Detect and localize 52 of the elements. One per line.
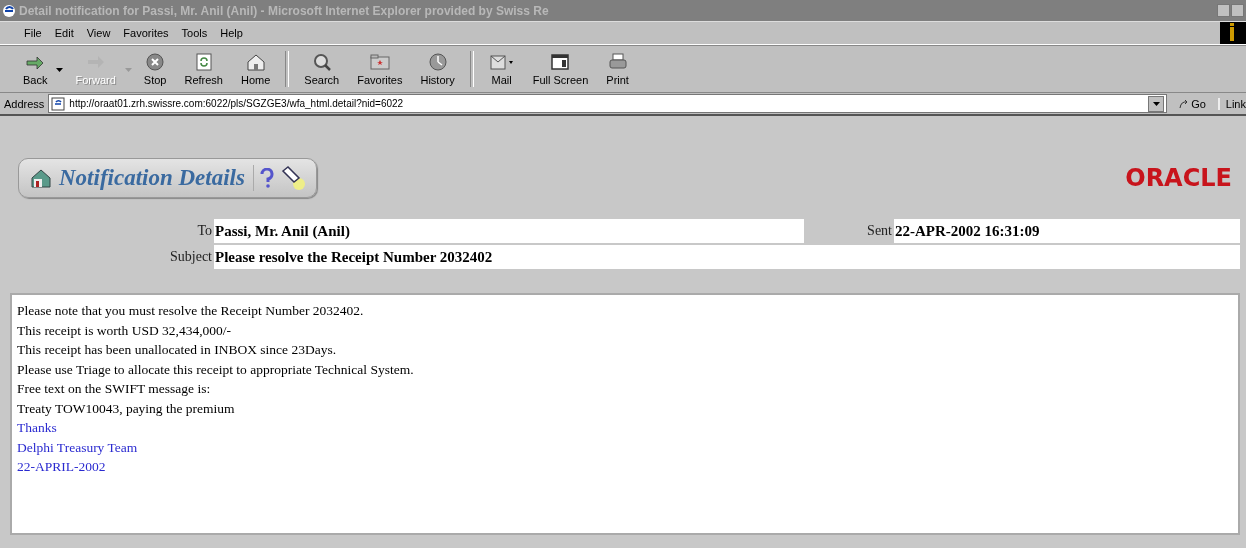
links-label[interactable]: Link: [1217, 97, 1246, 110]
history-button[interactable]: History: [411, 47, 464, 91]
minimize-button[interactable]: [1217, 4, 1230, 17]
back-button[interactable]: Back: [14, 47, 57, 91]
message-line: This receipt has been unallocated in INBOX since 23Days.: [17, 341, 338, 359]
message-line: Free text on the SWIFT message is:: [17, 380, 212, 398]
field-label: To: [196, 223, 213, 239]
menu-item[interactable]: Help: [220, 27, 243, 39]
print-button[interactable]: Print: [597, 47, 638, 91]
flashlight-icon[interactable]: [279, 165, 306, 191]
menu-item[interactable]: Favorites: [123, 27, 169, 39]
printer-icon[interactable]: [606, 52, 629, 72]
home-icon[interactable]: [244, 52, 267, 72]
signature-line: Thanks: [17, 419, 58, 437]
address-label: Address: [4, 97, 45, 110]
menu-item[interactable]: File: [24, 27, 42, 39]
page-title: Notification Details: [59, 165, 254, 191]
search-button[interactable]: Search: [295, 47, 349, 91]
go-arrow-icon[interactable]: [1179, 98, 1190, 109]
message-line: This receipt is worth USD 32,434,000/-: [17, 321, 233, 340]
window-title: Detail notification for Passi, Mr. Anil (Anil) - Microsoft Internet Explorer provided by Swiss Re: [19, 3, 550, 18]
browser-icon: [2, 3, 16, 18]
favorites-button[interactable]: Favorites: [348, 47, 412, 91]
restore-button[interactable]: [1231, 4, 1244, 17]
signature-line: 22-APRIL-2002: [17, 458, 107, 476]
ie-logo-icon: [1220, 22, 1246, 44]
stop-icon[interactable]: [144, 52, 167, 72]
message-line: Please use Triage to allocate this receipt to appropriate Technical System.: [17, 360, 415, 379]
mail-button[interactable]: Mail: [479, 47, 524, 91]
page-icon: [51, 96, 66, 111]
message-line: Please note that you must resolve the Receipt Number 2032402.: [17, 302, 365, 320]
menu-item[interactable]: Edit: [54, 27, 74, 39]
address-field[interactable]: http://oraat01.zrh.swissre.com:6022/pls/SGZGE3/wfa_html.detail?nid=6022: [48, 94, 1168, 113]
clock-icon[interactable]: [426, 52, 449, 72]
envelope-icon[interactable]: [488, 52, 515, 72]
field-value: Passi, Mr. Anil (Anil): [214, 219, 804, 243]
fullscreen-button[interactable]: Full Screen: [523, 47, 598, 91]
message-line: Treaty TOW10043, paying the premium: [17, 399, 236, 418]
home-button[interactable]: Home: [232, 47, 280, 91]
stop-button[interactable]: Stop: [134, 47, 176, 91]
menu-item[interactable]: View: [86, 27, 111, 39]
field-label: Subject: [169, 249, 213, 265]
folder-icon[interactable]: [368, 52, 391, 72]
field-value: Please resolve the Receipt Number 2032402: [214, 245, 804, 269]
oracle-logo: ORACLE: [1125, 164, 1232, 192]
menu-item[interactable]: Tools: [181, 27, 208, 39]
help-icon[interactable]: [259, 168, 274, 188]
signature-line: Delphi Treasury Team: [17, 438, 139, 457]
window-icon[interactable]: [549, 52, 572, 72]
field-label: Sent: [866, 223, 893, 239]
refresh-button[interactable]: Refresh: [175, 47, 232, 91]
field-value: 22-APR-2002 16:31:09: [894, 219, 1240, 243]
